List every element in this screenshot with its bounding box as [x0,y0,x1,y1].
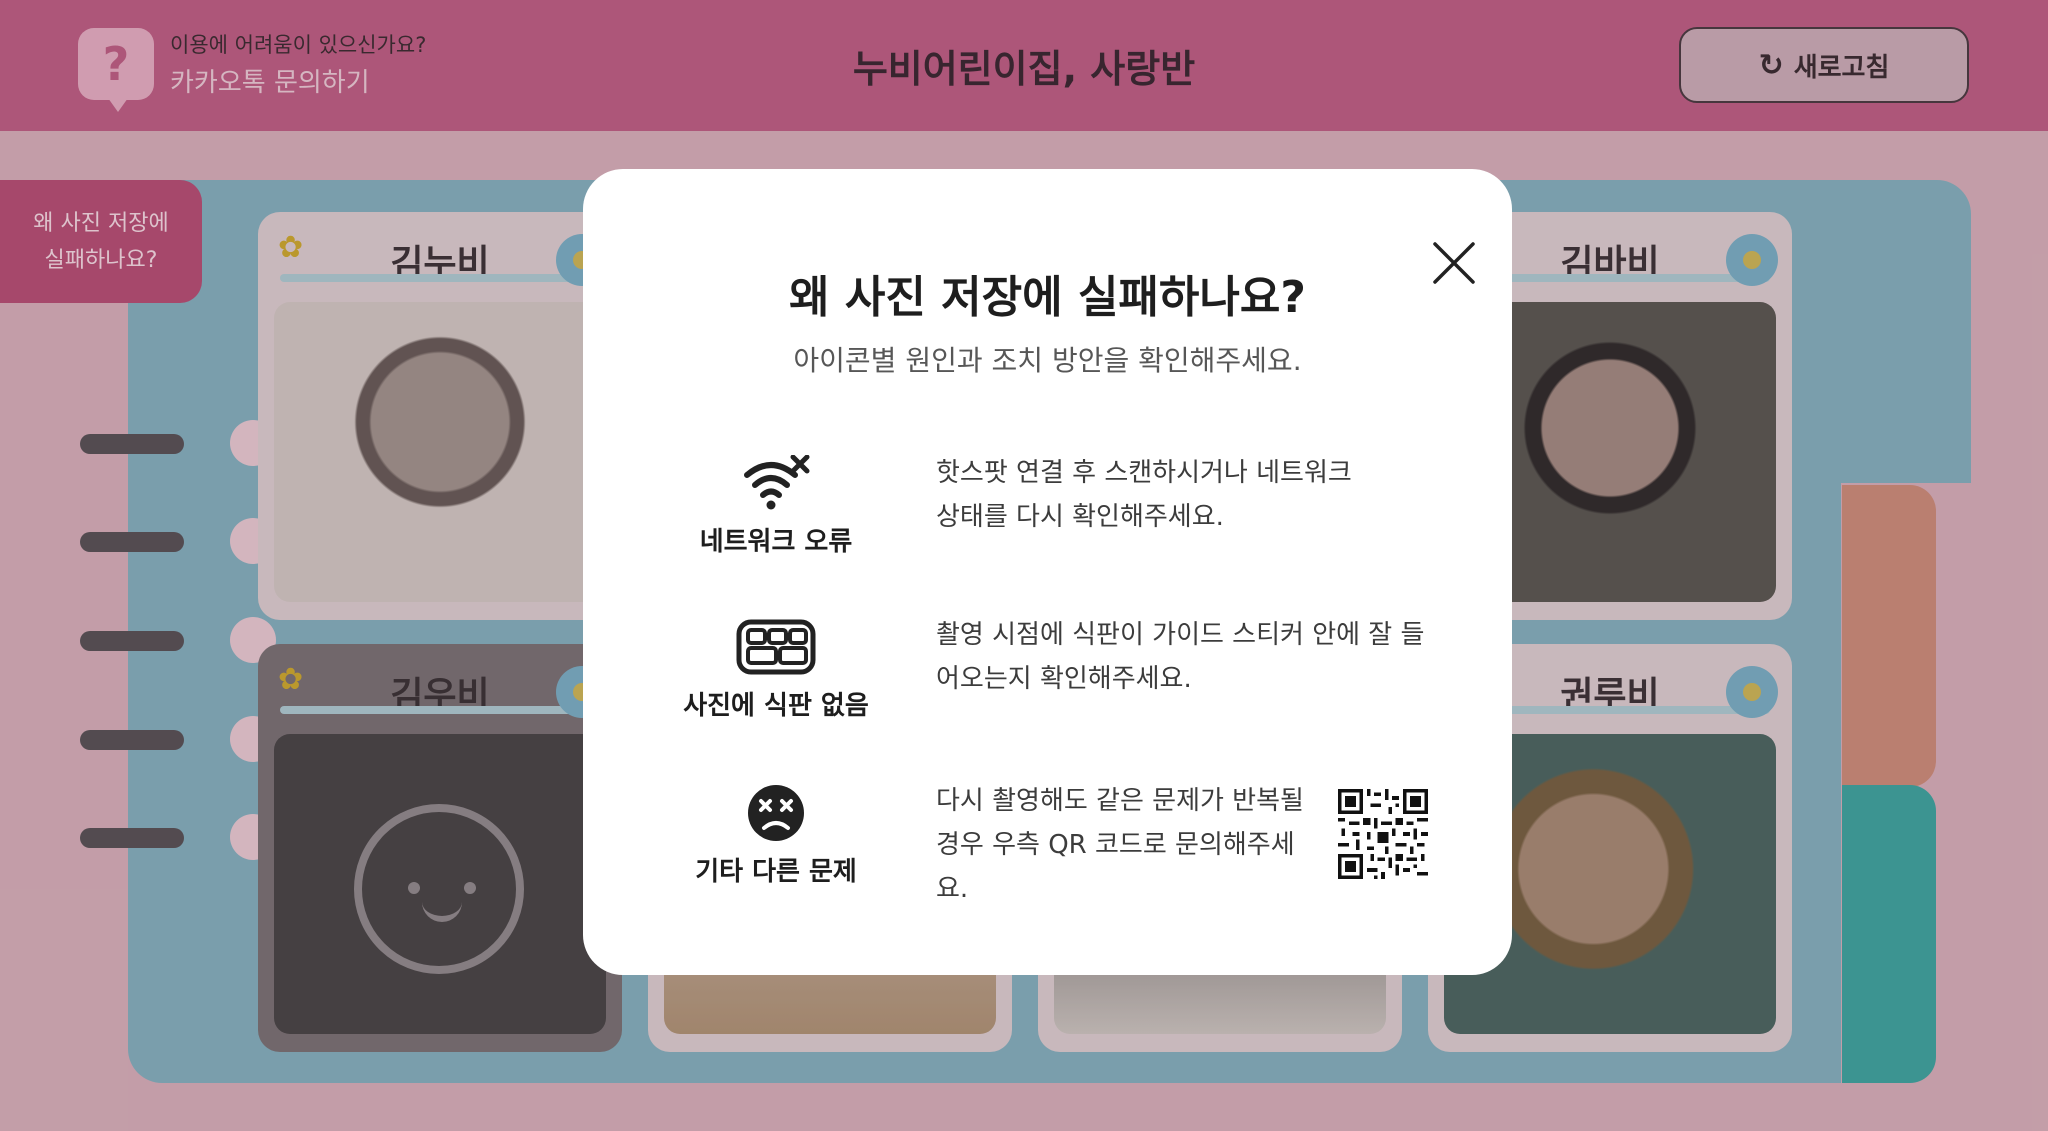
tray-icon [731,615,821,679]
issue-label: 기타 다른 문제 [695,857,857,887]
issue-description: 촬영 시점에 식판이 가이드 스티커 안에 잘 들 어오는지 확인해주세요. [936,613,1436,701]
issue-description: 다시 촬영해도 같은 문제가 반복될 경우 우측 QR 코드로 문의해주세요. [936,779,1326,911]
issue-label: 네트워크 오류 [699,527,853,557]
wifi-off-icon [731,451,821,515]
sad-face-icon [731,781,821,845]
desc-line: 어오는지 확인해주세요. [936,664,1192,694]
desc-line: 경우 우측 QR 코드로 문의해주세요. [936,830,1295,904]
issue-label: 사진에 식판 없음 [683,691,869,721]
desc-line: 다시 촬영해도 같은 문제가 반복될 [936,786,1304,816]
modal-subtitle: 아이콘별 원인과 조치 방안을 확인해주세요. [793,344,1302,377]
issue-description: 핫스팟 연결 후 스캔하시거나 네트워크 상태를 다시 확인해주세요. [936,451,1436,539]
desc-line: 핫스팟 연결 후 스캔하시거나 네트워크 [936,458,1352,488]
modal-title: 왜 사진 저장에 실패하나요? [789,272,1306,323]
desc-line: 촬영 시점에 식판이 가이드 스티커 안에 잘 들 [936,620,1425,650]
help-modal: 왜 사진 저장에 실패하나요? 아이콘별 원인과 조치 방안을 확인해주세요. … [583,169,1512,975]
desc-line: 상태를 다시 확인해주세요. [936,502,1224,532]
qr-code[interactable] [1338,789,1428,879]
